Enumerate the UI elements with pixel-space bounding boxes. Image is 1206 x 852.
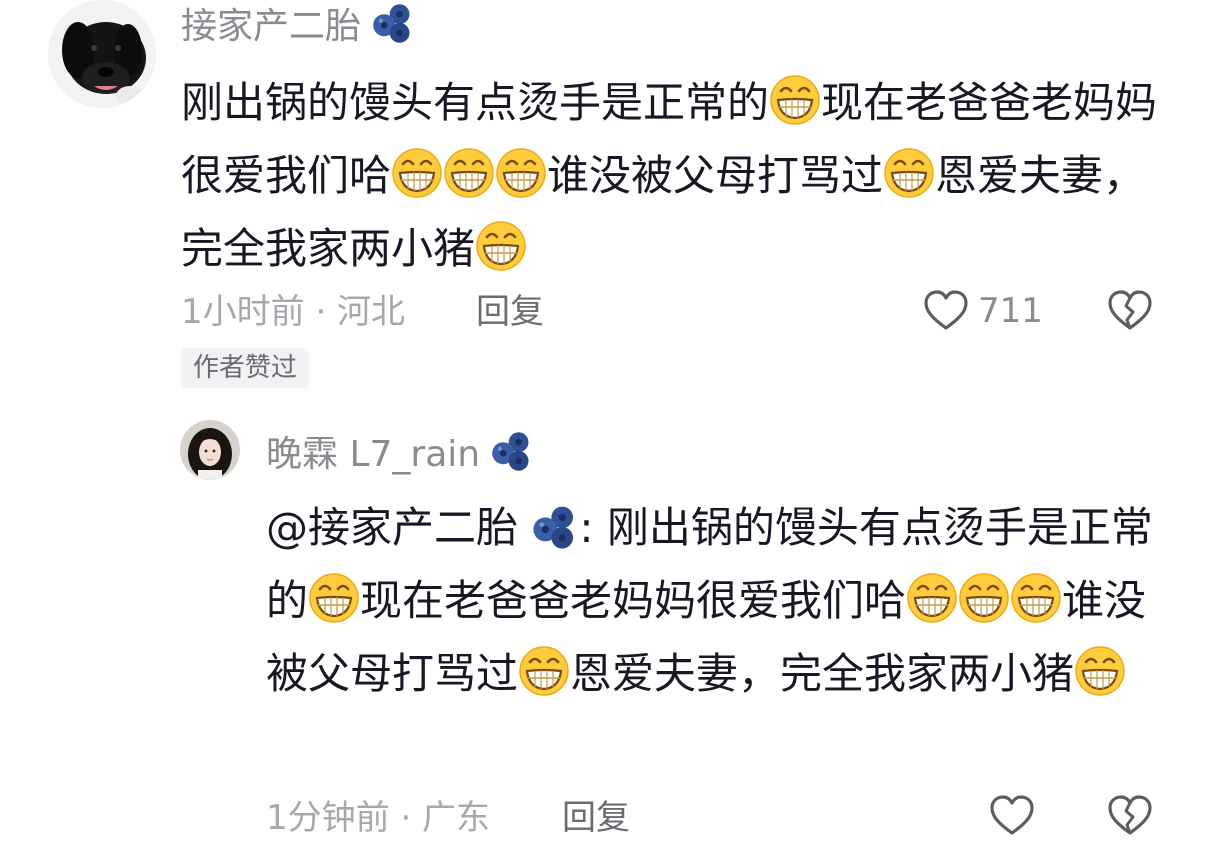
- grin-emoji-icon: [906, 572, 958, 624]
- comment-text-part: 恩爱夫妻，完全我家两小猪: [570, 649, 1075, 698]
- grin-emoji-icon: [883, 147, 935, 199]
- broken-heart-icon[interactable]: [1106, 287, 1154, 335]
- blueberry-badge-icon: [490, 429, 534, 473]
- dislike-button[interactable]: [1106, 287, 1154, 339]
- grin-emoji-icon: [443, 147, 495, 199]
- grin-emoji-icon: [1010, 572, 1062, 624]
- username-text[interactable]: 接家产二胎: [181, 0, 361, 49]
- comment-text: 刚出锅的馒头有点烫手是正常的 现在老爸爸老妈妈很爱我们哈 谁没被父母打骂过 恩爱夫妻，…: [181, 66, 1171, 285]
- avatar[interactable]: [180, 420, 240, 480]
- grin-emoji-icon: [391, 147, 443, 199]
- broken-heart-icon[interactable]: [1106, 792, 1154, 840]
- reply-button[interactable]: 回复: [476, 290, 544, 334]
- grin-emoji-icon: [958, 572, 1010, 624]
- mention-separator: :: [579, 503, 607, 552]
- like-count: 711: [978, 291, 1043, 331]
- blueberry-badge-icon: [371, 1, 415, 45]
- comment-text-part: 现在老爸爸老妈妈很爱我们哈: [360, 576, 907, 625]
- comment-username[interactable]: 晚霖 L7_rain: [266, 425, 534, 477]
- dog-avatar-image: [48, 0, 156, 108]
- grin-emoji-icon: [308, 572, 360, 624]
- avatar[interactable]: [48, 0, 156, 108]
- mention-link[interactable]: @接家产二胎: [266, 503, 518, 552]
- comment-meta: 1分钟前 · 广东: [266, 798, 491, 838]
- dislike-button[interactable]: [1106, 792, 1154, 844]
- like-button[interactable]: [988, 792, 1036, 840]
- grin-emoji-icon: [475, 220, 527, 272]
- comment-text: @接家产二胎 : 刚出锅的馒头有点烫手是正常的 现在老爸爸老妈妈很爱我们哈 谁没被父…: [266, 491, 1166, 710]
- grin-emoji-icon: [769, 74, 821, 126]
- comment-text-part: 谁没被父母打骂过: [547, 151, 884, 200]
- grin-emoji-icon: [518, 645, 570, 697]
- author-liked-tag: 作者赞过: [181, 348, 310, 388]
- username-text[interactable]: 晚霖 L7_rain: [266, 425, 480, 477]
- blueberry-badge-icon: [531, 503, 579, 551]
- heart-icon[interactable]: [988, 792, 1036, 840]
- reply-button[interactable]: 回复: [562, 796, 630, 840]
- comment-username[interactable]: 接家产二胎: [181, 0, 415, 49]
- grin-emoji-icon: [495, 147, 547, 199]
- comment-meta: 1小时前 · 河北: [181, 292, 406, 332]
- comment-text-part: 刚出锅的馒头有点烫手是正常的: [181, 78, 770, 127]
- girl-avatar-image: [180, 420, 240, 480]
- like-button[interactable]: 711: [922, 287, 1043, 335]
- heart-icon[interactable]: [922, 287, 970, 335]
- grin-emoji-icon: [1074, 645, 1126, 697]
